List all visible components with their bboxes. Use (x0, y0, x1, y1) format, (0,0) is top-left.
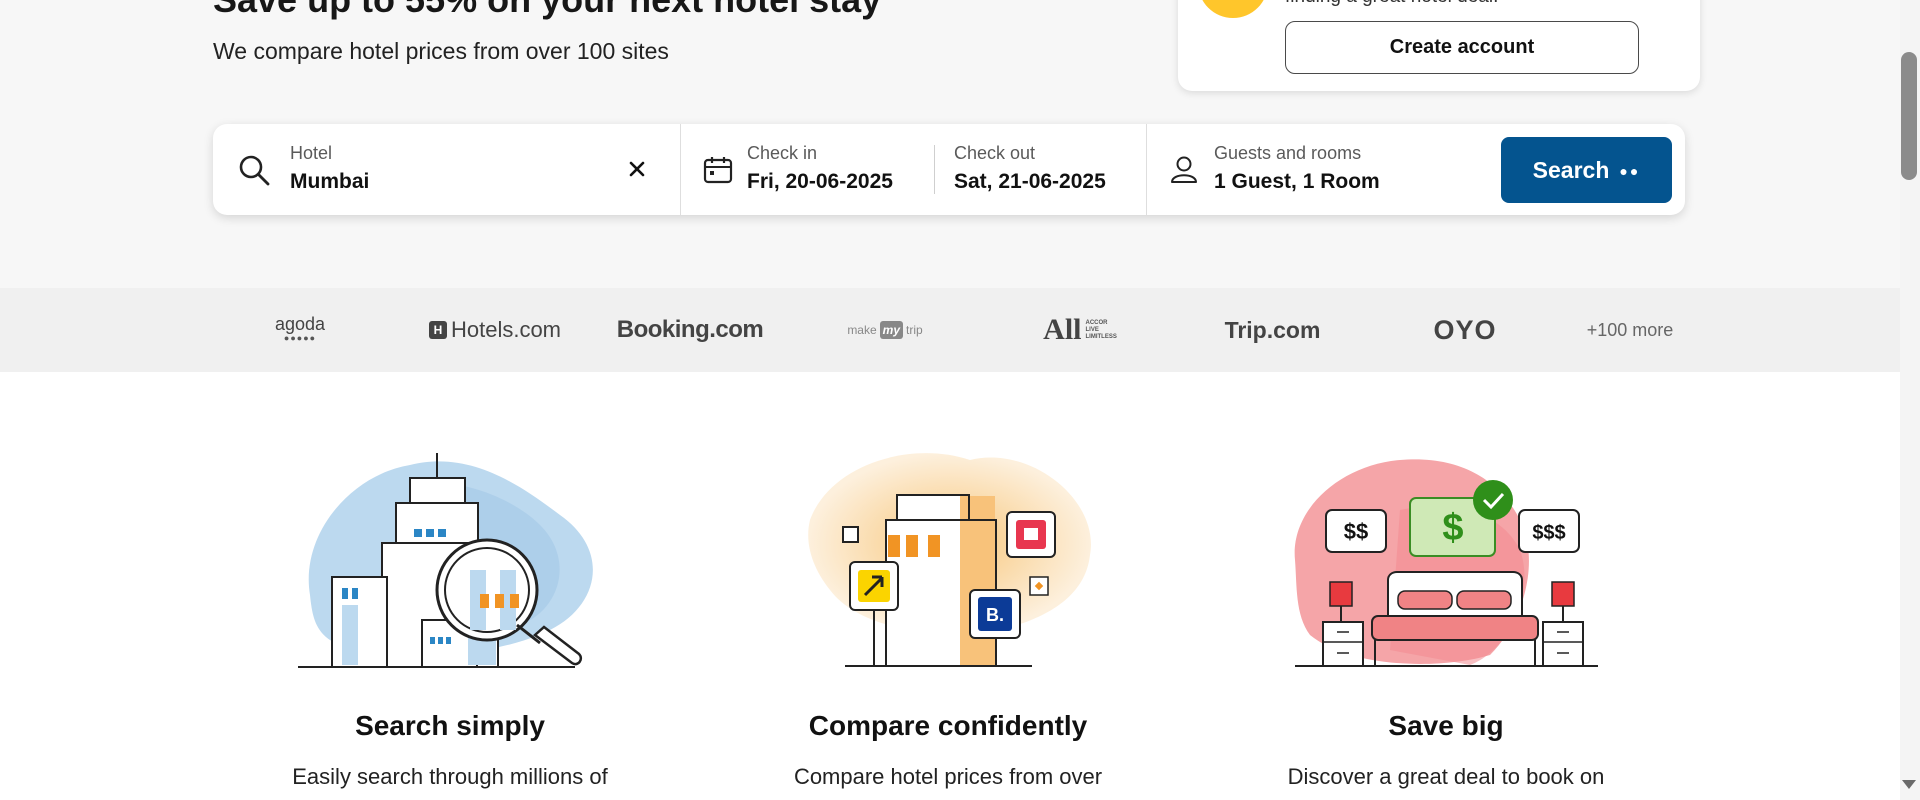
clear-icon[interactable] (628, 160, 646, 183)
feature-title-compare: Compare confidently (808, 710, 1088, 741)
booking-logo: Booking.com (610, 288, 770, 372)
agoda-dots-icon: ●●●●● (283, 333, 317, 343)
accor-tagline: ACCOR LIVE LIMITLESS (1086, 320, 1117, 341)
trip-logo-text: Trip.com (1224, 316, 1321, 343)
promo-card: finding a great hotel deal. Create accou… (1178, 0, 1700, 91)
more-partners: +100 more (1580, 288, 1680, 372)
guests-field[interactable]: Guests and rooms 1 Guest, 1 Room (1147, 124, 1487, 215)
promo-avatar-icon (1198, 0, 1268, 18)
accor-logo: All ACCOR LIVE LIMITLESS (1030, 288, 1130, 372)
booking-logo-text: Booking.com (616, 316, 764, 343)
agoda-logo: agoda ●●●●● (250, 288, 350, 372)
search-button-label: Search (1532, 156, 1610, 183)
compare-confidently-illustration: B. (808, 453, 1091, 667)
oyo-logo: OYO (1420, 288, 1510, 372)
scrollbar-thumb[interactable] (1901, 52, 1917, 180)
feature-desc-search: Easily search through millions of (292, 764, 608, 789)
promo-text: finding a great hotel deal. (1285, 0, 1498, 8)
trip-logo: Trip.com (1200, 288, 1345, 372)
makemytrip-trip: trip (906, 323, 923, 337)
hotel-field-value: Mumbai (290, 170, 370, 193)
calendar-icon (703, 156, 733, 189)
accor-tagline-1: ACCOR (1085, 319, 1108, 326)
two-dollar-text: $$ (1344, 519, 1368, 544)
oyo-logo-text: OYO (1433, 314, 1497, 345)
makemytrip-logo: make my trip (835, 288, 935, 372)
three-dollar-text: $$$ (1532, 522, 1565, 544)
feature-title-search: Search simply (355, 710, 545, 741)
makemytrip-my: my (879, 321, 903, 339)
checkout-label: Check out (954, 143, 1036, 163)
guests-value: 1 Guest, 1 Room (1214, 170, 1380, 193)
search-button[interactable]: Search ●● (1501, 137, 1672, 203)
checkin-label: Check in (747, 143, 818, 163)
feature-desc-compare: Compare hotel prices from over (793, 764, 1103, 789)
more-partners-text: +100 more (1586, 319, 1674, 340)
accor-tagline-2: LIVE (1085, 326, 1099, 333)
search-simply-illustration (298, 453, 593, 668)
agoda-logo-text: agoda (274, 314, 326, 334)
save-big-illustration: $$ $ $$$ (1294, 459, 1598, 667)
feature-desc-save: Discover a great deal to book on (1287, 764, 1605, 789)
person-icon (1169, 154, 1199, 189)
hotels-badge-icon: H (428, 321, 447, 339)
hero-title: Save up to 55% on your next hotel stay (213, 0, 881, 22)
scroll-down-arrow-icon[interactable] (1902, 780, 1916, 789)
search-icon (238, 154, 272, 193)
loading-dots-icon: ●● (1619, 163, 1641, 180)
hero-subtitle: We compare hotel prices from over 100 si… (213, 38, 669, 64)
checkout-field[interactable]: Check out Sat, 21-06-2025 (935, 124, 1159, 215)
checkin-field[interactable]: Check in Fri, 20-06-2025 (681, 124, 931, 215)
hotel-field[interactable]: Hotel Mumbai (213, 124, 680, 215)
checkout-value: Sat, 21-06-2025 (954, 170, 1106, 193)
hotel-field-label: Hotel (290, 143, 333, 163)
checkin-value: Fri, 20-06-2025 (747, 170, 893, 193)
booking-badge-text: B. (986, 605, 1004, 625)
accor-logo-text: All (1043, 313, 1082, 346)
search-bar: Hotel Mumbai Check in Fri, 20-06-2025 Ch… (213, 124, 1685, 215)
feature-title-save: Save big (1388, 710, 1504, 741)
hotels-logo: H Hotels.com (415, 288, 575, 372)
create-account-button[interactable]: Create account (1285, 21, 1639, 74)
hotels-logo-text: Hotels.com (450, 317, 562, 342)
dollar-text: $ (1442, 507, 1463, 549)
accor-tagline-3: LIMITLESS (1085, 333, 1117, 340)
guests-label: Guests and rooms (1214, 143, 1362, 163)
makemytrip-make: make (847, 323, 877, 337)
partner-logos-strip: agoda ●●●●● H Hotels.com Booking.com mak… (0, 288, 1900, 372)
